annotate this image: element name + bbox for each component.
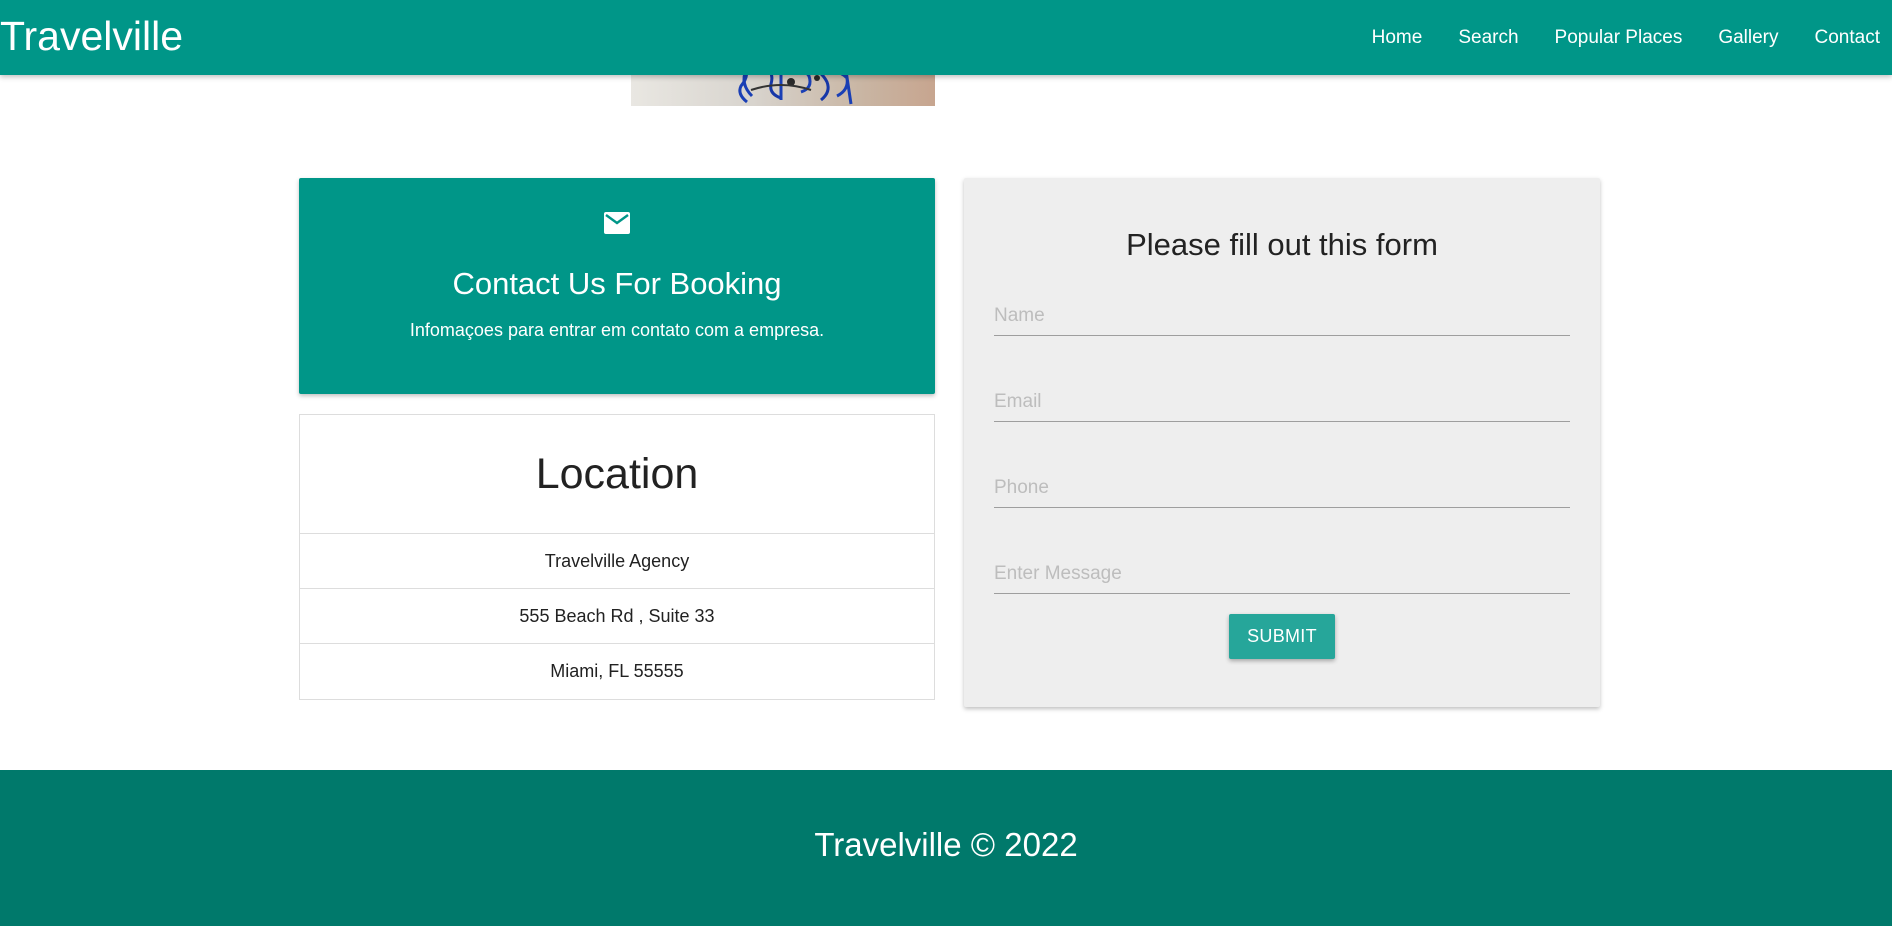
- name-input[interactable]: [994, 296, 1570, 336]
- location-list: Location Travelville Agency 555 Beach Rd…: [299, 414, 935, 700]
- nav-link-contact[interactable]: Contact: [1797, 0, 1892, 75]
- nav-link-gallery[interactable]: Gallery: [1700, 0, 1796, 75]
- contact-card: Contact Us For Booking Infomaçoes para e…: [299, 178, 935, 394]
- location-item-city: Miami, FL 55555: [550, 661, 684, 681]
- location-header: Location: [300, 415, 934, 534]
- form-title: Please fill out this form: [1126, 227, 1438, 262]
- contact-subtitle: Infomaçoes para entrar em contato com a …: [409, 320, 825, 340]
- footer: Travelville © 2022: [0, 770, 1892, 926]
- nav-link-home[interactable]: Home: [1354, 0, 1441, 75]
- phone-input[interactable]: [994, 468, 1570, 508]
- submit-button[interactable]: SUBMIT: [1229, 614, 1335, 659]
- footer-copyright: Travelville © 2022: [814, 826, 1078, 863]
- message-input[interactable]: [994, 554, 1570, 594]
- contact-form: Please fill out this form SUBMIT: [964, 178, 1600, 707]
- nav-links: Home Search Popular Places Gallery Conta…: [1354, 0, 1892, 75]
- location-item-agency: Travelville Agency: [300, 534, 934, 589]
- email-input[interactable]: [994, 382, 1570, 422]
- nav-link-search[interactable]: Search: [1440, 0, 1536, 75]
- mail-icon: [604, 212, 630, 234]
- brand-logo[interactable]: Travelville: [0, 12, 183, 60]
- location-item-address: 555 Beach Rd , Suite 33: [300, 589, 934, 644]
- navbar: Travelville Home Search Popular Places G…: [0, 0, 1892, 75]
- nav-link-popular-places[interactable]: Popular Places: [1537, 0, 1701, 75]
- contact-title: Contact Us For Booking: [452, 266, 782, 301]
- location-title: Location: [535, 449, 699, 498]
